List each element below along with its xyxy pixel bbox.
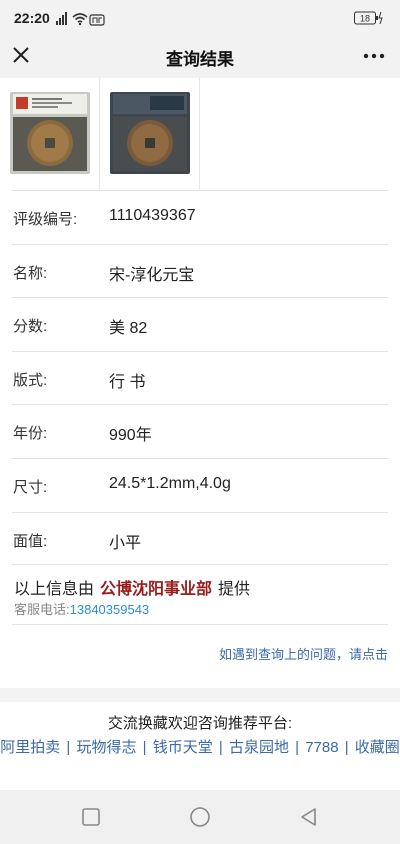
platform-links: 阿里拍卖 | 玩物得志 | 钱币天堂 | 古泉园地 | 7788 | 收藏圈 (0, 736, 400, 757)
row-label: 年份: (13, 425, 48, 443)
info-row-year: 年份: 990年 (12, 404, 388, 458)
battery-icon: 18 (354, 11, 383, 25)
coin-photos (0, 78, 400, 190)
row-label: 评级编号: (13, 211, 78, 228)
info-table: 评级编号: 1110439367 名称: 宋-淳化元宝 分数: 美 82 版式:… (0, 190, 400, 565)
platform-link[interactable]: 古泉园地 (229, 739, 289, 756)
platform-link[interactable]: 钱币天堂 (153, 739, 213, 756)
provider-prefix: 以上信息由 (14, 581, 95, 598)
link-separator: | (290, 739, 304, 756)
title-bar: 查询结果 (0, 34, 400, 78)
platform-footer: 交流换藏欢迎咨询推荐平台: 阿里拍卖 | 玩物得志 | 钱币天堂 | 古泉园地 … (0, 702, 400, 790)
coin-photo-obverse[interactable] (0, 78, 100, 190)
coin-slab-image (10, 92, 90, 174)
link-separator: | (138, 739, 151, 756)
provider-info: 以上信息由 公博沈阳事业部 提供 客服电话:13840359543 (12, 564, 388, 624)
provider-org: 公博沈阳事业部 (100, 581, 213, 598)
more-icon[interactable] (362, 46, 386, 66)
row-value: 宋-淳化元宝 (109, 266, 195, 284)
footer-heading: 交流换藏欢迎咨询推荐平台: (107, 715, 293, 732)
row-label: 名称: (13, 264, 48, 282)
info-row-name: 名称: 宋-淳化元宝 (12, 243, 388, 298)
page-title: 查询结果 (166, 50, 234, 69)
system-nav-bar (0, 790, 400, 844)
row-value: 美 82 (109, 320, 148, 338)
signal-icon (56, 12, 105, 26)
row-value: 1110439367 (109, 207, 196, 224)
link-separator: | (62, 739, 75, 756)
help-link[interactable]: 如遇到查询上的问题，请点击 (219, 644, 388, 663)
row-value: 小平 (109, 534, 142, 552)
help-row: 如遇到查询上的问题，请点击 (12, 624, 388, 668)
customer-service: 客服电话:13840359543 (14, 599, 149, 618)
link-separator: | (340, 739, 353, 756)
coin-slab-image (110, 92, 190, 174)
info-row-score: 分数: 美 82 (12, 297, 388, 351)
triangle-back-icon[interactable] (298, 806, 320, 828)
square-icon[interactable] (80, 806, 102, 828)
row-label: 版式: (13, 371, 48, 389)
info-row-denomination: 面值: 小平 (12, 511, 388, 566)
row-value: 行 书 (109, 373, 146, 391)
row-value: 990年 (109, 427, 152, 445)
provider-suffix: 提供 (218, 581, 251, 598)
info-row-style: 版式: 行 书 (12, 350, 388, 405)
info-row-grade-number: 评级编号: 1110439367 (12, 190, 388, 244)
battery-level: 18 (360, 14, 370, 24)
section-divider (0, 688, 400, 702)
platform-link[interactable]: 阿里拍卖 (0, 739, 60, 756)
phone-label: 客服电话: (14, 602, 70, 617)
row-label: 面值: (13, 532, 48, 550)
provider-line: 以上信息由 公博沈阳事业部 提供 (14, 575, 250, 599)
row-label: 分数: (13, 318, 48, 336)
platform-link[interactable]: 7788 (305, 739, 338, 756)
phone-link[interactable]: 13840359543 (70, 602, 150, 617)
platform-link[interactable]: 收藏圈 (355, 739, 400, 756)
coin-photo-reverse[interactable] (100, 78, 200, 190)
circle-icon[interactable] (189, 806, 211, 828)
info-row-size: 尺寸: 24.5*1.2mm,4.0g (12, 457, 388, 512)
status-time: 22:20 (14, 10, 50, 26)
row-label: 尺寸: (13, 478, 48, 496)
platform-link[interactable]: 玩物得志 (76, 739, 136, 756)
row-value: 24.5*1.2mm,4.0g (109, 474, 231, 492)
status-bar: 22:20 18 (0, 0, 400, 34)
link-separator: | (214, 739, 227, 756)
